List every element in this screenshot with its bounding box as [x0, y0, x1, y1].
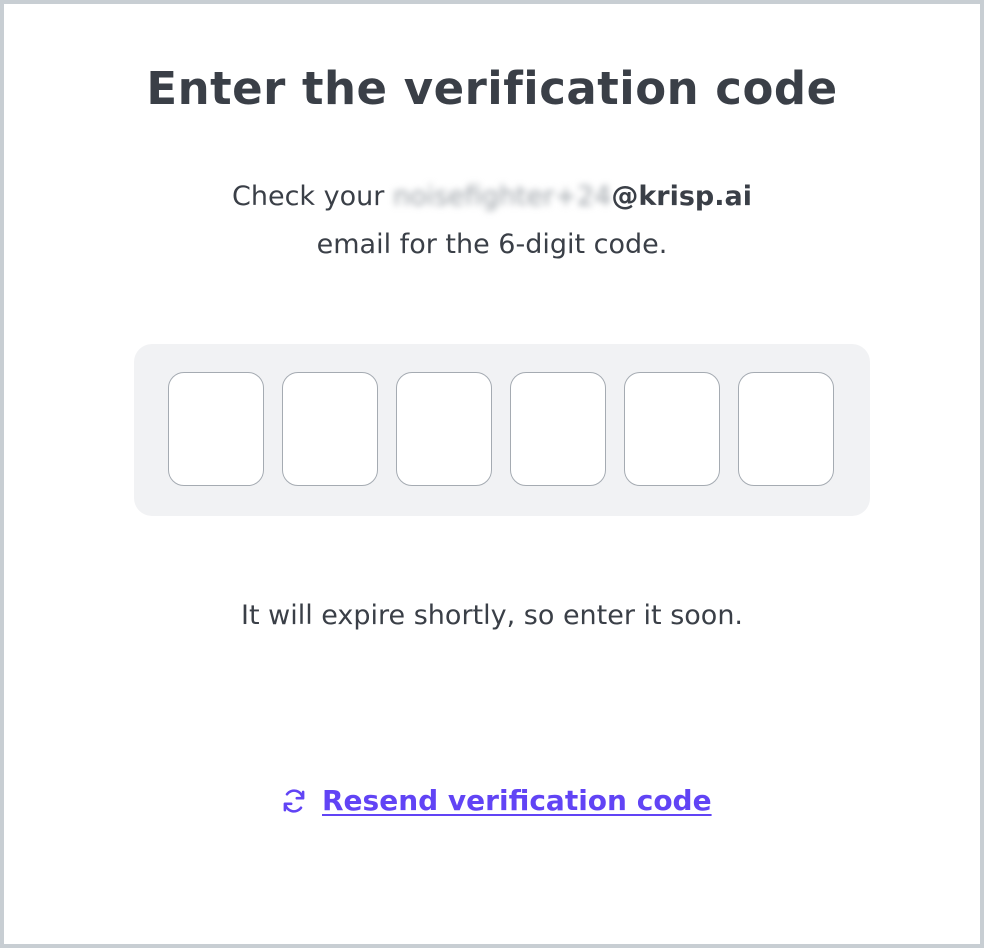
resend-code-label: Resend verification code: [322, 784, 712, 817]
expiry-note: It will expire shortly, so enter it soon…: [240, 600, 744, 631]
code-digit-1[interactable]: [168, 372, 264, 486]
code-digit-4[interactable]: [510, 372, 606, 486]
instructions-line-2: email for the 6-digit code.: [316, 229, 668, 260]
instructions-line-1: Check your noisefighter+24@krisp.ai: [4, 173, 980, 221]
email-local-part-blurred: noisefighter+24: [392, 181, 612, 212]
page-title: Enter the verification code: [146, 62, 838, 115]
verification-dialog: Enter the verification code Check your n…: [0, 0, 984, 948]
instructions-prefix: Check your: [232, 181, 393, 212]
code-digit-3[interactable]: [396, 372, 492, 486]
resend-code-link[interactable]: Resend verification code: [280, 784, 712, 817]
code-input-panel: [134, 344, 870, 516]
instructions-text: Check your noisefighter+24@krisp.ai emai…: [4, 173, 980, 269]
email-domain: @krisp.ai: [611, 181, 752, 212]
code-digit-5[interactable]: [624, 372, 720, 486]
code-digit-2[interactable]: [282, 372, 378, 486]
refresh-icon: [280, 787, 308, 815]
code-digit-6[interactable]: [738, 372, 834, 486]
